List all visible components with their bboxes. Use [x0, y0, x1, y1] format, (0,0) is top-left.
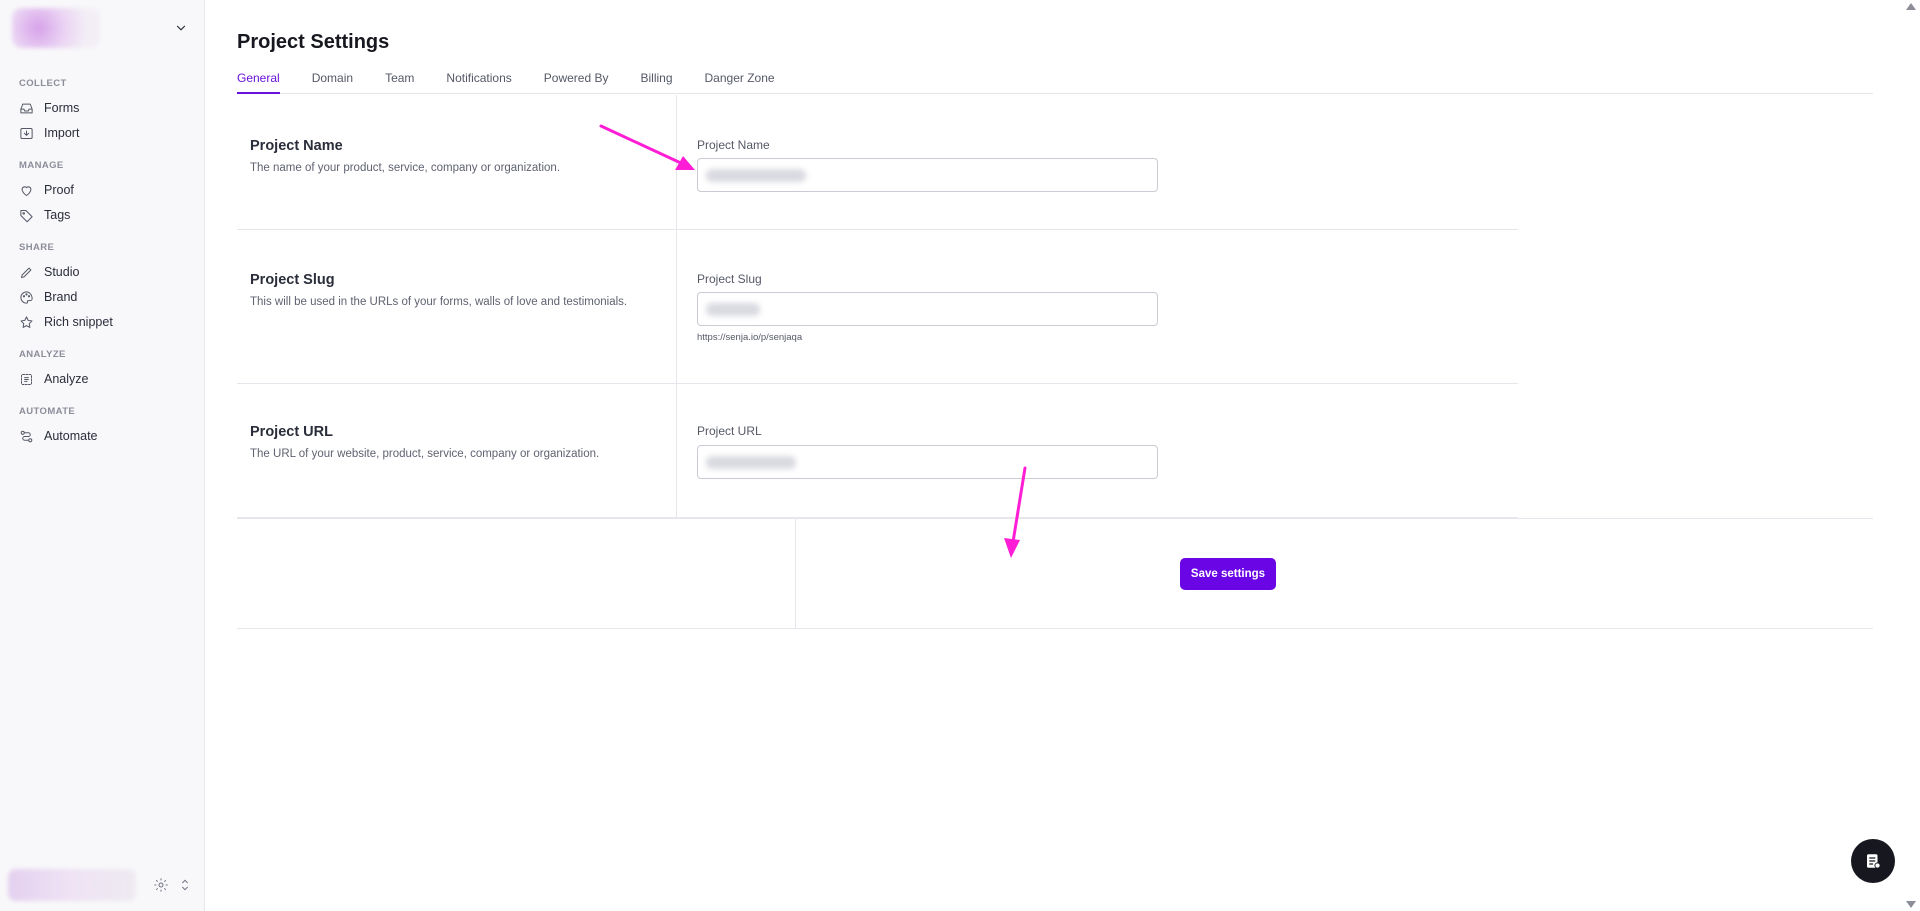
tab-general[interactable]: General	[237, 66, 280, 94]
row-heading: Project URL	[250, 424, 333, 440]
tab-powered-by[interactable]: Powered By	[544, 66, 609, 94]
sidebar-item-proof[interactable]: Proof	[19, 180, 74, 200]
sidebar-item-tags[interactable]: Tags	[19, 205, 70, 225]
chevron-up-down-icon[interactable]	[177, 877, 193, 893]
star-icon	[20, 315, 33, 328]
heart-icon	[21, 185, 32, 196]
import-icon	[20, 127, 33, 139]
project-name-label: Project Name	[697, 138, 770, 152]
sidebar-item-forms[interactable]: Forms	[19, 98, 79, 118]
sidebar-item-import[interactable]: Import	[19, 123, 79, 143]
sidebar-footer	[0, 859, 205, 911]
section-analyze: ANALYZE	[19, 349, 66, 360]
tag-icon	[20, 209, 33, 222]
sidebar-item-brand[interactable]: Brand	[19, 287, 77, 307]
divider	[795, 519, 796, 628]
sidebar-item-label: Automate	[44, 429, 98, 443]
section-collect: COLLECT	[19, 78, 67, 89]
user-avatar[interactable]	[8, 869, 136, 901]
actions-row: Save settings	[237, 518, 1873, 629]
row-help-text: The URL of your website, product, servic…	[250, 448, 600, 460]
save-settings-button[interactable]: Save settings	[1180, 558, 1276, 590]
tab-domain[interactable]: Domain	[312, 66, 353, 94]
gear-icon[interactable]	[153, 877, 169, 893]
sidebar-item-label: Rich snippet	[44, 315, 113, 329]
tab-billing[interactable]: Billing	[640, 66, 672, 94]
sidebar-item-label: Studio	[44, 265, 80, 279]
sidebar-item-label: Proof	[44, 183, 74, 197]
slug-url-preview: https://senja.io/p/senjaqa	[697, 332, 803, 343]
row-description: Project URL The URL of your website, pro…	[237, 384, 677, 517]
automate-icon	[20, 430, 33, 442]
page-title: Project Settings	[237, 31, 390, 53]
row-help-text: This will be used in the URLs of your fo…	[250, 296, 628, 308]
sidebar-item-label: Brand	[44, 290, 78, 304]
workspace-switcher[interactable]	[6, 6, 196, 50]
project-slug-label: Project Slug	[697, 272, 762, 286]
sidebar-item-label: Import	[44, 126, 80, 140]
row-heading: Project Name	[250, 138, 343, 154]
analyze-icon	[21, 373, 32, 385]
section-share: SHARE	[19, 242, 55, 253]
redacted-value	[706, 456, 796, 469]
row-help-text: The name of your product, service, compa…	[250, 162, 561, 174]
project-name-input[interactable]	[697, 158, 1158, 192]
row-description: Project Name The name of your product, s…	[237, 95, 677, 229]
tab-team[interactable]: Team	[385, 66, 414, 94]
row-description: Project Slug This will be used in the UR…	[237, 230, 677, 383]
palette-icon	[20, 290, 33, 304]
section-automate: AUTOMATE	[19, 406, 76, 417]
tab-notifications[interactable]: Notifications	[446, 66, 511, 94]
sidebar-item-rich-snippet[interactable]: Rich snippet	[19, 312, 113, 332]
sidebar-item-automate[interactable]: Automate	[19, 426, 98, 446]
project-slug-input[interactable]	[697, 292, 1158, 326]
project-slug-row: Project Slug This will be used in the UR…	[237, 230, 1518, 384]
workspace-avatar	[12, 8, 100, 48]
scroll-down-arrow-icon[interactable]	[1906, 901, 1916, 908]
row-heading: Project Slug	[250, 272, 335, 288]
sidebar-item-analyze[interactable]: Analyze	[19, 369, 88, 389]
sidebar-item-label: Forms	[44, 101, 80, 115]
pencil-icon	[21, 267, 32, 278]
redacted-value	[706, 303, 760, 316]
redacted-value	[706, 169, 806, 182]
project-name-row: Project Name The name of your product, s…	[237, 95, 1518, 230]
sidebar-item-label: Tags	[44, 208, 71, 222]
notes-icon	[1867, 854, 1881, 869]
project-url-row: Project URL The URL of your website, pro…	[237, 384, 1518, 518]
chat-widget-button[interactable]	[1851, 839, 1895, 883]
sidebar-item-studio[interactable]: Studio	[19, 262, 79, 282]
project-url-label: Project URL	[697, 424, 762, 438]
sidebar-item-label: Analyze	[44, 372, 89, 386]
settings-tabs: General Domain Team Notifications Powere…	[237, 66, 1873, 94]
tab-danger-zone[interactable]: Danger Zone	[705, 66, 775, 94]
chevron-down-icon	[176, 25, 186, 31]
sidebar: COLLECT Forms Import MANAGE Proof Tags S…	[0, 0, 205, 911]
main-content: Project Settings General Domain Team Not…	[205, 0, 1920, 911]
scroll-up-arrow-icon[interactable]	[1906, 3, 1916, 10]
project-url-input[interactable]	[697, 445, 1158, 479]
inbox-icon	[20, 103, 33, 113]
section-manage: MANAGE	[19, 160, 64, 171]
